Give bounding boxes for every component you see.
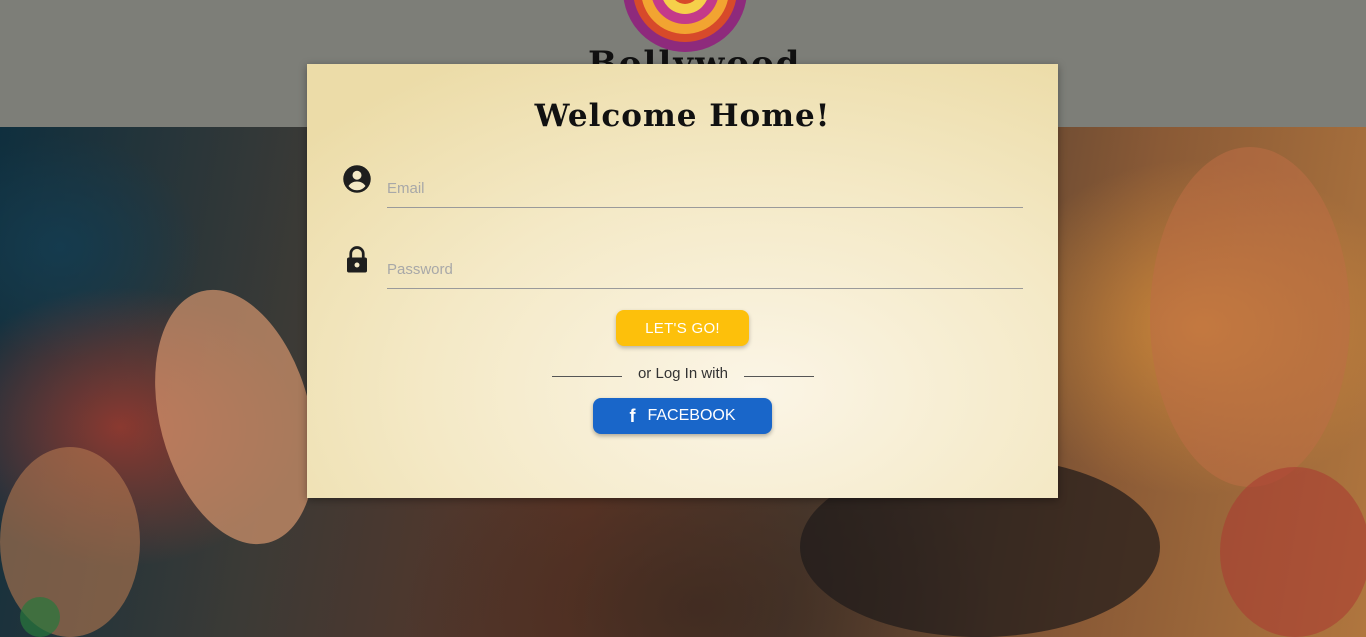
account-circle-icon xyxy=(343,165,371,193)
page-title: Welcome Home! xyxy=(534,98,831,134)
password-row xyxy=(342,241,1023,291)
login-divider: or Log In with xyxy=(552,365,814,385)
password-field[interactable] xyxy=(387,251,1023,289)
divider-line-right xyxy=(744,376,814,377)
login-card: Welcome Home! LET'S GO! or Log In with f… xyxy=(307,64,1058,498)
facebook-icon: f xyxy=(629,405,636,426)
email-field[interactable] xyxy=(387,170,1023,208)
lock-icon xyxy=(347,246,367,273)
divider-text: or Log In with xyxy=(637,365,729,382)
facebook-login-button[interactable]: f FACEBOOK xyxy=(593,398,772,434)
email-row xyxy=(342,160,1023,210)
facebook-button-label: FACEBOOK xyxy=(647,407,736,424)
submit-button[interactable]: LET'S GO! xyxy=(616,310,749,346)
